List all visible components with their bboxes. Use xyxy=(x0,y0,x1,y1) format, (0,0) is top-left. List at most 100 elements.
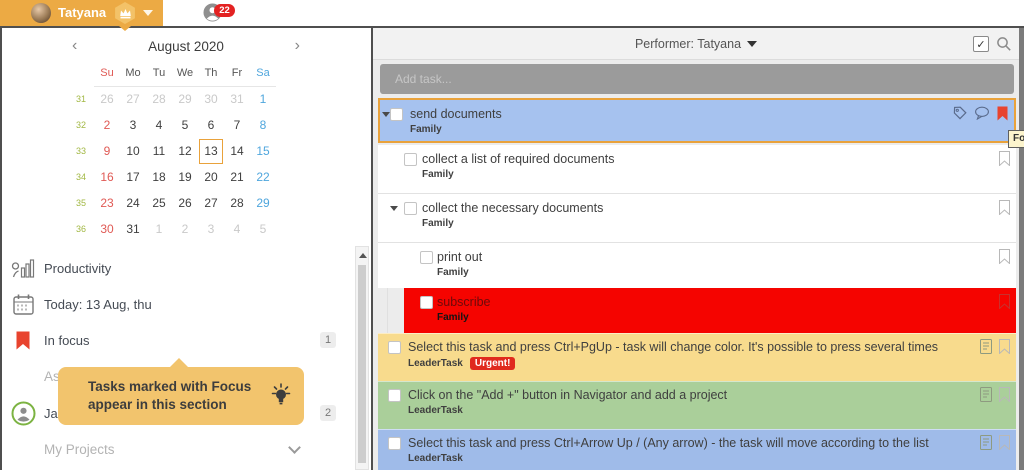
task-row[interactable]: send documentsFamily xyxy=(378,98,1016,143)
sidebar-item-in-focus[interactable]: In focus1 xyxy=(10,323,355,357)
task-row[interactable]: collect the necessary documentsFamily xyxy=(378,194,1016,243)
calendar-day[interactable]: 1 xyxy=(250,86,276,112)
multiselect-checkbox-icon[interactable]: ✓ xyxy=(973,36,989,52)
calendar-day[interactable]: 4 xyxy=(146,112,172,138)
bookmark-icon[interactable] xyxy=(999,387,1010,405)
comment-icon[interactable] xyxy=(974,106,990,123)
task-panel: Performer: Tatyana ✓ send documentsFamil… xyxy=(373,28,1019,470)
calendar-day[interactable]: 22 xyxy=(250,164,276,190)
chevron-down-icon[interactable] xyxy=(288,441,301,454)
calendar-prev-button[interactable]: ‹ xyxy=(72,34,77,58)
calendar-day[interactable]: 30 xyxy=(94,216,120,242)
calendar-day[interactable]: 21 xyxy=(224,164,250,190)
scrollbar-thumb[interactable] xyxy=(358,265,366,463)
calendar-day[interactable]: 5 xyxy=(250,216,276,242)
task-row[interactable]: print outFamily xyxy=(378,243,1016,288)
bookmark-icon[interactable] xyxy=(999,339,1010,357)
calendar-day[interactable]: 24 xyxy=(120,190,146,216)
calendar-day[interactable]: 28 xyxy=(224,190,250,216)
task-checkbox[interactable] xyxy=(404,153,417,166)
task-checkbox[interactable] xyxy=(420,251,433,264)
expander-icon[interactable] xyxy=(382,112,390,117)
calendar-day[interactable]: 23 xyxy=(94,190,120,216)
calendar-day[interactable]: 5 xyxy=(172,112,198,138)
sidebar-scrollbar[interactable] xyxy=(355,246,369,470)
calendar-day[interactable]: 26 xyxy=(172,190,198,216)
calendar-day[interactable]: 29 xyxy=(250,190,276,216)
calendar-day[interactable]: 9 xyxy=(94,138,120,164)
task-checkbox[interactable] xyxy=(388,389,401,402)
task-row[interactable]: collect a list of required documentsFami… xyxy=(378,145,1016,194)
calendar-day[interactable]: 16 xyxy=(94,164,120,190)
task-row[interactable]: Select this task and press Ctrl+Arrow Up… xyxy=(378,429,1016,470)
calendar-day[interactable]: 27 xyxy=(198,190,224,216)
calendar-day[interactable]: 28 xyxy=(146,86,172,112)
calendar-day[interactable]: 20 xyxy=(198,164,224,190)
bookmark-icon[interactable] xyxy=(999,249,1010,267)
calendar-day[interactable]: 19 xyxy=(172,164,198,190)
calendar-day[interactable]: 12 xyxy=(172,138,198,164)
user-menu-caret-icon[interactable] xyxy=(143,10,153,16)
bookmark-icon[interactable] xyxy=(999,294,1010,312)
calendar-day[interactable]: 15 xyxy=(250,138,276,164)
calendar-day[interactable]: 3 xyxy=(198,216,224,242)
calendar-day[interactable]: 31 xyxy=(224,86,250,112)
task-row[interactable]: subscribeFamily xyxy=(378,288,1016,333)
calendar-day[interactable]: 10 xyxy=(120,138,146,164)
task-row[interactable]: Select this task and press Ctrl+PgUp - t… xyxy=(378,333,1016,381)
bookmark-icon[interactable] xyxy=(999,151,1010,169)
task-checkbox[interactable] xyxy=(390,108,403,121)
bookmark-icon[interactable] xyxy=(999,200,1010,218)
task-checkbox[interactable] xyxy=(388,437,401,450)
add-task-input[interactable] xyxy=(380,64,1014,94)
tag-icon[interactable] xyxy=(953,106,967,123)
calendar-day[interactable]: 17 xyxy=(120,164,146,190)
count-badge: 2 xyxy=(320,405,336,421)
task-row-icons xyxy=(999,294,1010,312)
calendar-day[interactable]: 1 xyxy=(146,216,172,242)
bookmark-icon[interactable] xyxy=(999,435,1010,453)
task-title: collect the necessary documents xyxy=(422,201,1016,215)
calendar-day[interactable]: 18 xyxy=(146,164,172,190)
calendar-day[interactable]: 4 xyxy=(224,216,250,242)
task-meta: Family xyxy=(437,312,1016,323)
performer-filter[interactable]: Performer: Tatyana xyxy=(635,37,757,51)
calendar-day[interactable]: 2 xyxy=(94,112,120,138)
task-row[interactable]: Click on the "Add +" button in Navigator… xyxy=(378,381,1016,429)
calendar-day[interactable]: 26 xyxy=(94,86,120,112)
bookmark-red-icon[interactable] xyxy=(997,106,1008,124)
task-checkbox[interactable] xyxy=(420,296,433,309)
calendar-day[interactable]: 2 xyxy=(172,216,198,242)
week-number: 34 xyxy=(68,164,94,190)
task-checkbox[interactable] xyxy=(388,341,401,354)
leadertask-app: Tatyana 22 ‹ August 2020 xyxy=(0,0,1024,470)
task-checkbox[interactable] xyxy=(404,202,417,215)
search-icon[interactable] xyxy=(996,36,1012,52)
calendar-day[interactable]: 25 xyxy=(146,190,172,216)
note-icon[interactable] xyxy=(980,387,992,405)
calendar-day[interactable]: 3 xyxy=(120,112,146,138)
sidebar-item-productivity[interactable]: Productivity xyxy=(10,251,355,285)
calendar-day[interactable]: 27 xyxy=(120,86,146,112)
note-icon[interactable] xyxy=(980,339,992,357)
calendar-next-button[interactable]: › xyxy=(295,34,300,58)
calendar-day[interactable]: 8 xyxy=(250,112,276,138)
task-meta: LeaderTaskUrgent! xyxy=(408,357,1016,370)
user-menu[interactable]: Tatyana xyxy=(0,0,163,26)
note-icon[interactable] xyxy=(980,435,992,453)
calendar-day[interactable]: 7 xyxy=(224,112,250,138)
scrollbar-up-arrow-icon[interactable] xyxy=(359,253,367,258)
expander-icon[interactable] xyxy=(390,206,398,211)
task-panel-scrollbar[interactable] xyxy=(1019,28,1024,470)
sidebar-item-today[interactable]: Today: 13 Aug, thu xyxy=(10,287,355,321)
calendar-day[interactable]: 30 xyxy=(198,86,224,112)
calendar-day[interactable]: 11 xyxy=(146,138,172,164)
notification-count-badge: 22 xyxy=(214,4,235,17)
notifications-button[interactable]: 22 xyxy=(203,3,243,23)
calendar-day[interactable]: 31 xyxy=(120,216,146,242)
calendar-day[interactable]: 29 xyxy=(172,86,198,112)
calendar-day[interactable]: 6 xyxy=(198,112,224,138)
sidebar-item-my-projects[interactable]: My Projects xyxy=(10,432,355,466)
calendar-day[interactable]: 14 xyxy=(224,138,250,164)
calendar-day-today[interactable]: 13 xyxy=(199,139,223,164)
